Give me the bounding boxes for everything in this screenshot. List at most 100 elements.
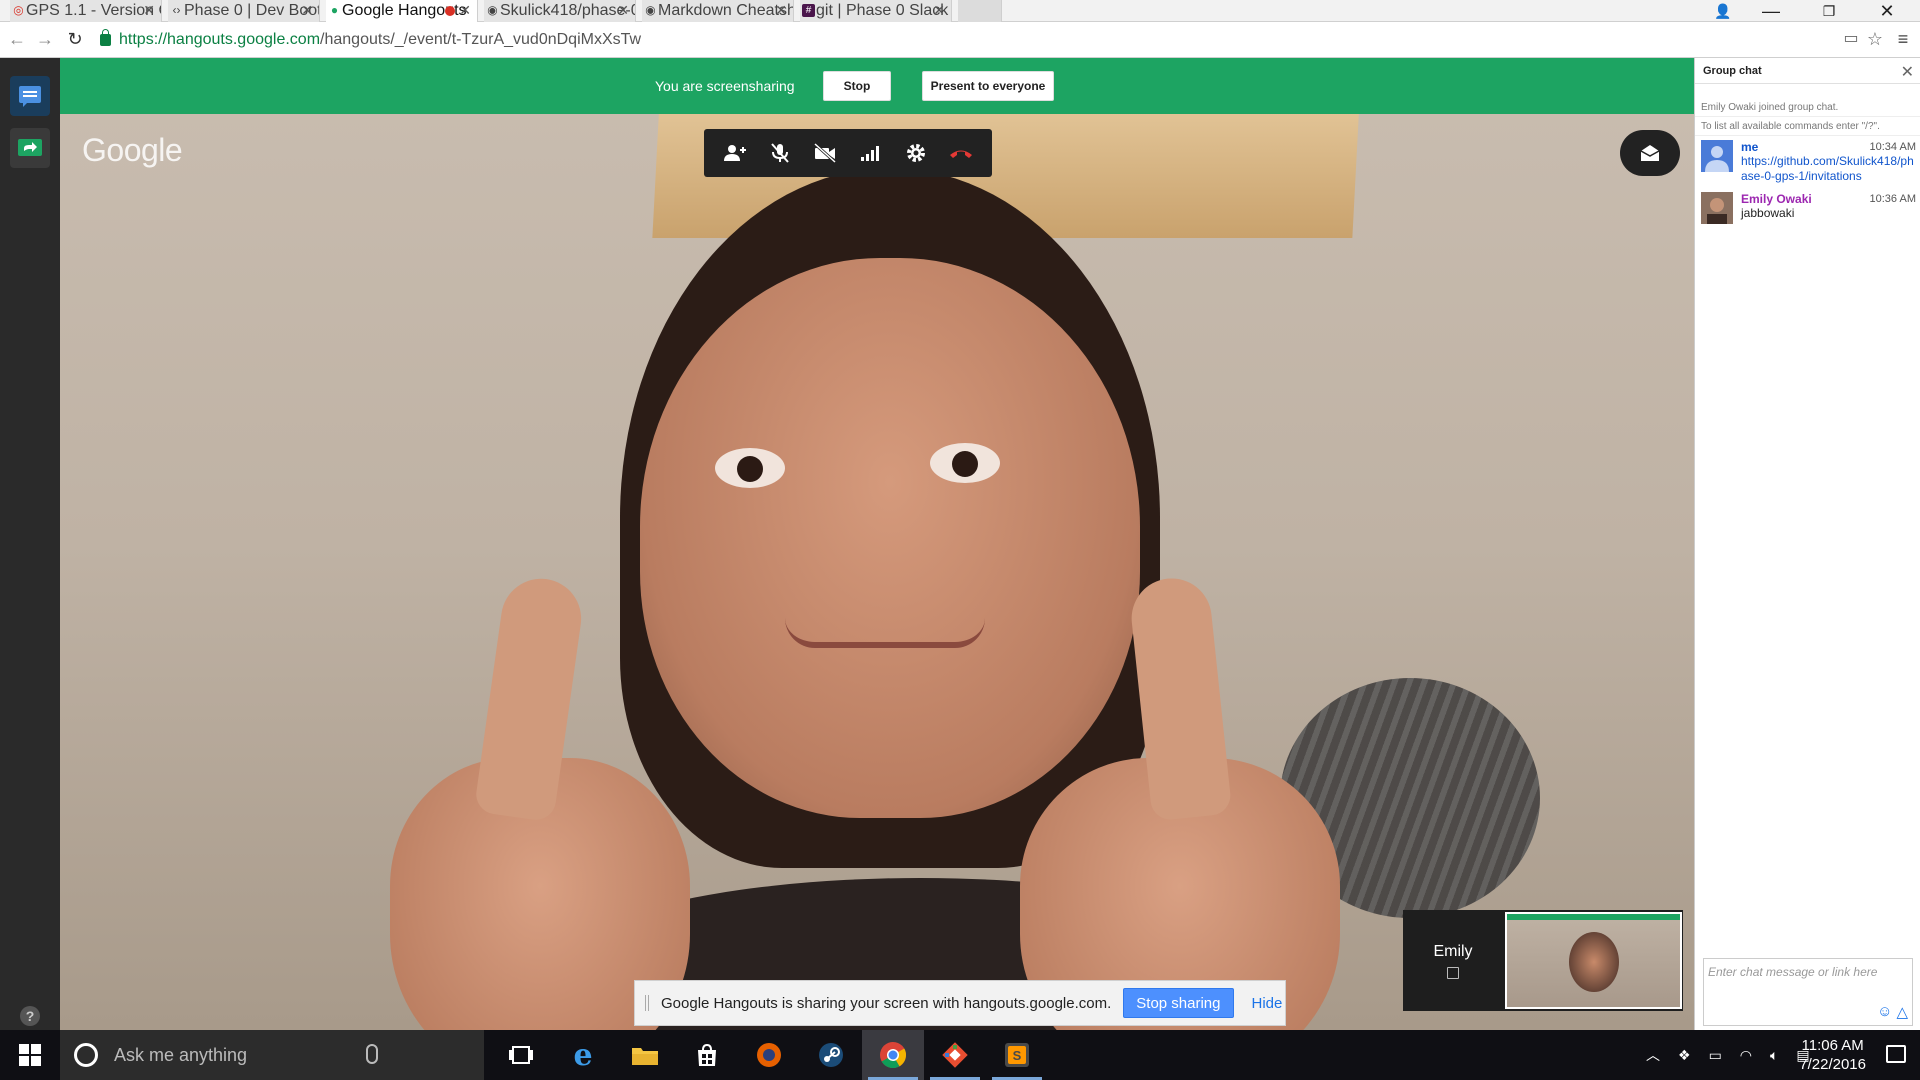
address-bar[interactable]: https://hangouts.google.com/hangouts/_/e… (100, 27, 1890, 53)
svg-text:S: S (1013, 1048, 1022, 1063)
show-hidden-icons-chevron-icon[interactable]: ︿ (1646, 1045, 1660, 1065)
url-path: /hangouts/_/event/t-TzurA_vud0nDqiMxXsTw (320, 31, 642, 48)
close-icon[interactable]: ✕ (301, 2, 313, 19)
github-octocat-red-icon: ◎ (13, 3, 24, 17)
profile-icon[interactable]: 👤 (1700, 0, 1746, 22)
chat-message-input[interactable]: Enter chat message or link here ☺ △ (1703, 958, 1913, 1026)
main-video-stage (60, 58, 1694, 1030)
message-link[interactable]: https://github.com/Skulick418/phase-0-gp… (1741, 154, 1916, 184)
microphone-icon[interactable] (366, 1044, 378, 1064)
task-view-icon[interactable] (490, 1030, 552, 1080)
add-person-icon[interactable] (719, 137, 751, 169)
close-icon[interactable]: ✕ (459, 2, 471, 19)
close-icon[interactable]: ✕ (617, 2, 629, 19)
tab-skulick-phase0[interactable]: ◉ Skulick418/phase-0- ✕ (484, 0, 636, 22)
tab-label: Markdown Cheatshe (658, 2, 794, 19)
tab-gps[interactable]: ◎ GPS 1.1 - Version Co ✕ (10, 0, 162, 22)
message-time: 10:36 AM (1869, 193, 1916, 205)
participant-eye (715, 448, 785, 488)
screensharing-bar: You are screensharing Stop Present to ev… (60, 58, 1694, 114)
file-explorer-icon[interactable] (614, 1030, 676, 1080)
chat-toggle-button[interactable] (10, 76, 50, 116)
windows-taskbar: Ask me anything e S ︿ ❖ ▭ ◠ 🔈︎ ▤ 11:06 A… (0, 1030, 1920, 1080)
participant-tile-emily[interactable]: Emily (1403, 910, 1503, 1011)
taskbar-clock[interactable]: 11:06 AM 7/22/2016 (1799, 1036, 1866, 1074)
tab-google-hangouts[interactable]: ● Google Hangouts ✕ (326, 0, 478, 22)
drag-handle-icon[interactable] (645, 995, 649, 1011)
drive-share-icon[interactable]: △ (1896, 1003, 1908, 1021)
tab-label: Phase 0 | Dev Bootca (184, 2, 319, 19)
notifications-button[interactable] (1620, 130, 1680, 176)
git-icon[interactable] (924, 1030, 986, 1080)
chrome-menu-icon[interactable]: ≡ (1892, 28, 1914, 50)
close-icon[interactable]: ✕ (775, 2, 787, 19)
dropbox-icon[interactable]: ❖ (1678, 1047, 1691, 1064)
tab-label: GPS 1.1 - Version Co (26, 2, 161, 19)
cast-icon[interactable]: ▭ (1840, 28, 1862, 50)
signal-bars-icon[interactable] (855, 137, 887, 169)
hang-up-icon[interactable] (945, 137, 977, 169)
restore-icon[interactable]: ❐ (1806, 0, 1852, 22)
lock-icon (100, 29, 111, 46)
avatar-photo (1701, 192, 1733, 224)
hide-banner-link[interactable]: Hide (1252, 995, 1283, 1012)
chat-title: Group chat (1703, 64, 1762, 77)
settings-gear-icon[interactable] (900, 137, 932, 169)
back-arrow-icon[interactable]: ← (6, 28, 28, 50)
tab-git-slack[interactable]: # git | Phase 0 Slack ✕ (800, 0, 952, 22)
participant-name: Emily (1433, 942, 1473, 960)
tab-markdown-cheatsheet[interactable]: ◉ Markdown Cheatshe ✕ (642, 0, 794, 22)
tab-label: Skulick418/phase-0- (500, 2, 636, 19)
avatar-default-icon (1701, 140, 1733, 172)
github-icon: ◉ (487, 3, 498, 17)
thumbnail-face (1569, 932, 1619, 992)
minimize-icon[interactable]: — (1748, 0, 1794, 22)
envelope-icon (1640, 145, 1660, 161)
browser-tab-strip: ◎ GPS 1.1 - Version Co ✕ ‹› Phase 0 | De… (0, 0, 1920, 22)
new-tab-button[interactable] (958, 0, 1002, 22)
close-icon[interactable]: ✕ (143, 2, 155, 19)
chat-header: Group chat ✕ (1695, 58, 1920, 84)
mic-muted-icon[interactable] (764, 137, 796, 169)
group-chat-panel: Group chat ✕ Emily Owaki joined group ch… (1694, 58, 1920, 1030)
reload-icon[interactable]: ↻ (64, 28, 86, 50)
screenshare-button[interactable] (10, 128, 50, 168)
participant-eye (930, 443, 1000, 483)
recording-indicator-icon (445, 6, 455, 16)
chat-input-icons: ☺ △ (1877, 1003, 1908, 1021)
present-to-everyone-button[interactable]: Present to everyone (922, 71, 1054, 101)
cortana-search-box[interactable]: Ask me anything (60, 1030, 484, 1080)
screenshare-icon (18, 139, 42, 156)
volume-icon[interactable]: 🔈︎ (1770, 1047, 1778, 1064)
self-view-thumbnail[interactable] (1505, 912, 1682, 1009)
emoji-icon[interactable]: ☺ (1877, 1003, 1892, 1021)
participant-face (640, 258, 1140, 818)
clock-time: 11:06 AM (1801, 1037, 1864, 1054)
help-icon[interactable]: ? (20, 1006, 40, 1026)
participant-smile (785, 618, 985, 648)
firefox-icon[interactable] (738, 1030, 800, 1080)
screensharing-status: You are screensharing (655, 78, 795, 94)
sublime-text-icon[interactable]: S (986, 1030, 1048, 1080)
stop-screenshare-button[interactable]: Stop (823, 71, 891, 101)
screen-share-notification-banner: Google Hangouts is sharing your screen w… (634, 980, 1286, 1026)
clock-date: 7/22/2016 (1799, 1056, 1866, 1073)
stop-sharing-button[interactable]: Stop sharing (1123, 988, 1234, 1018)
action-center-icon[interactable] (1886, 1045, 1906, 1063)
windows-logo-icon (19, 1044, 41, 1066)
battery-icon[interactable]: ▭ (1709, 1047, 1722, 1064)
start-button[interactable] (0, 1030, 60, 1080)
google-logo: Google (82, 132, 183, 168)
chrome-icon[interactable] (862, 1030, 924, 1080)
forward-arrow-icon[interactable]: → (34, 28, 56, 50)
bookmark-star-icon[interactable]: ☆ (1864, 28, 1886, 50)
edge-icon[interactable]: e (552, 1030, 614, 1080)
close-icon[interactable]: ✕ (933, 2, 945, 19)
tab-dev-bootcamp[interactable]: ‹› Phase 0 | Dev Bootca ✕ (168, 0, 320, 22)
camera-off-icon[interactable] (809, 137, 841, 169)
steam-icon[interactable] (800, 1030, 862, 1080)
window-close-icon[interactable]: ✕ (1864, 0, 1910, 22)
close-icon[interactable]: ✕ (1901, 62, 1914, 82)
store-icon[interactable] (676, 1030, 738, 1080)
wifi-icon[interactable]: ◠ (1740, 1047, 1752, 1064)
